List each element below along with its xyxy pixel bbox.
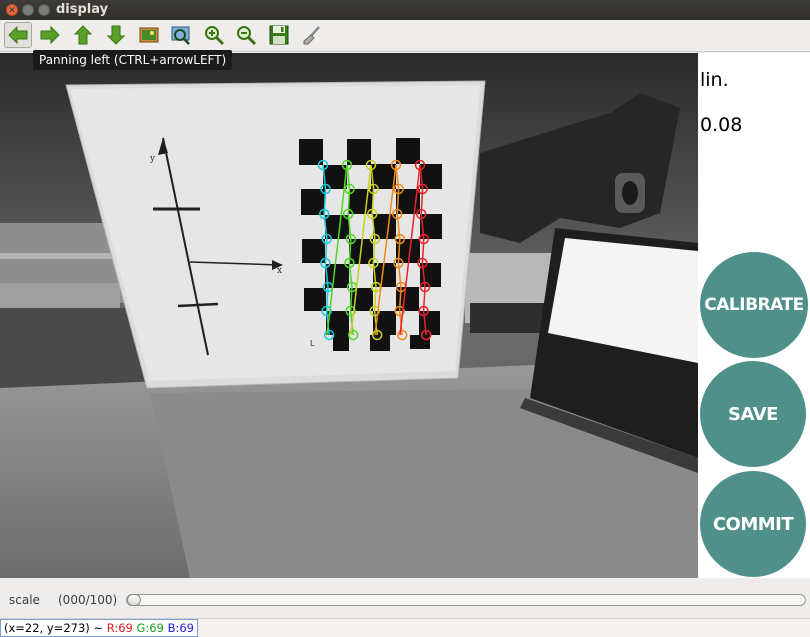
pixel-info: (x=22, y=273) ~ R:69 G:69 B:69 xyxy=(0,619,198,637)
arrow-left-icon xyxy=(8,25,28,45)
zoom-fit-button[interactable] xyxy=(167,22,195,48)
toolbar-tooltip: Panning left (CTRL+arrowLEFT) xyxy=(33,50,233,70)
board-x-label: x xyxy=(277,266,282,276)
board-y-label: y xyxy=(149,154,156,164)
brush-icon xyxy=(303,26,320,45)
pixel-blue-value: B:69 xyxy=(167,621,194,635)
scale-slider-track[interactable] xyxy=(126,594,806,606)
arrow-up-icon xyxy=(73,25,93,45)
zoom-in-button[interactable] xyxy=(200,22,228,48)
zoom-original-button[interactable] xyxy=(135,22,163,48)
image-view[interactable]: y x L lin. 0.08 CALIBRATE SAVE COMMIT xyxy=(0,53,810,578)
pixel-green-value: G:69 xyxy=(136,621,164,635)
floppy-disk-icon xyxy=(269,25,289,45)
pan-left-button[interactable] xyxy=(4,22,32,48)
calibrate-button[interactable]: CALIBRATE xyxy=(700,252,808,358)
properties-button[interactable] xyxy=(298,22,326,48)
status-bar: (x=22, y=273) ~ R:69 G:69 B:69 xyxy=(0,618,810,637)
zoom-in-icon xyxy=(205,26,225,46)
save-image-button[interactable] xyxy=(265,22,293,48)
arrow-right-icon xyxy=(40,25,60,45)
pixel-red-value: R:69 xyxy=(106,621,133,635)
scale-value: (000/100) xyxy=(58,593,118,607)
side-label-lin: lin. xyxy=(700,69,729,91)
close-window-button[interactable]: ✕ xyxy=(6,4,18,16)
cursor-coords: (x=22, y=273) ~ xyxy=(4,621,104,635)
zoom-fit-icon xyxy=(171,26,190,45)
scale-label: scale xyxy=(9,593,40,607)
pan-up-button[interactable] xyxy=(69,22,97,48)
scale-slider-handle[interactable] xyxy=(127,594,141,606)
scale-trackbar-row: scale (000/100) xyxy=(0,578,810,618)
window-titlebar: ✕ display xyxy=(0,0,810,20)
zoom-out-button[interactable] xyxy=(232,22,260,48)
arrow-down-icon xyxy=(106,25,126,45)
board-corner-mark: L xyxy=(310,339,315,348)
side-label-value: 0.08 xyxy=(700,114,743,136)
pan-right-button[interactable] xyxy=(36,22,64,48)
minimize-window-button[interactable] xyxy=(22,4,34,16)
image-icon xyxy=(139,27,159,43)
window-title: display xyxy=(56,2,109,17)
camera-frame: y x L xyxy=(0,53,698,578)
maximize-window-button[interactable] xyxy=(38,4,50,16)
save-button[interactable]: SAVE xyxy=(700,361,806,467)
commit-button[interactable]: COMMIT xyxy=(700,471,806,577)
zoom-out-icon xyxy=(237,26,257,46)
pan-down-button[interactable] xyxy=(102,22,130,48)
toolbar xyxy=(0,20,810,52)
